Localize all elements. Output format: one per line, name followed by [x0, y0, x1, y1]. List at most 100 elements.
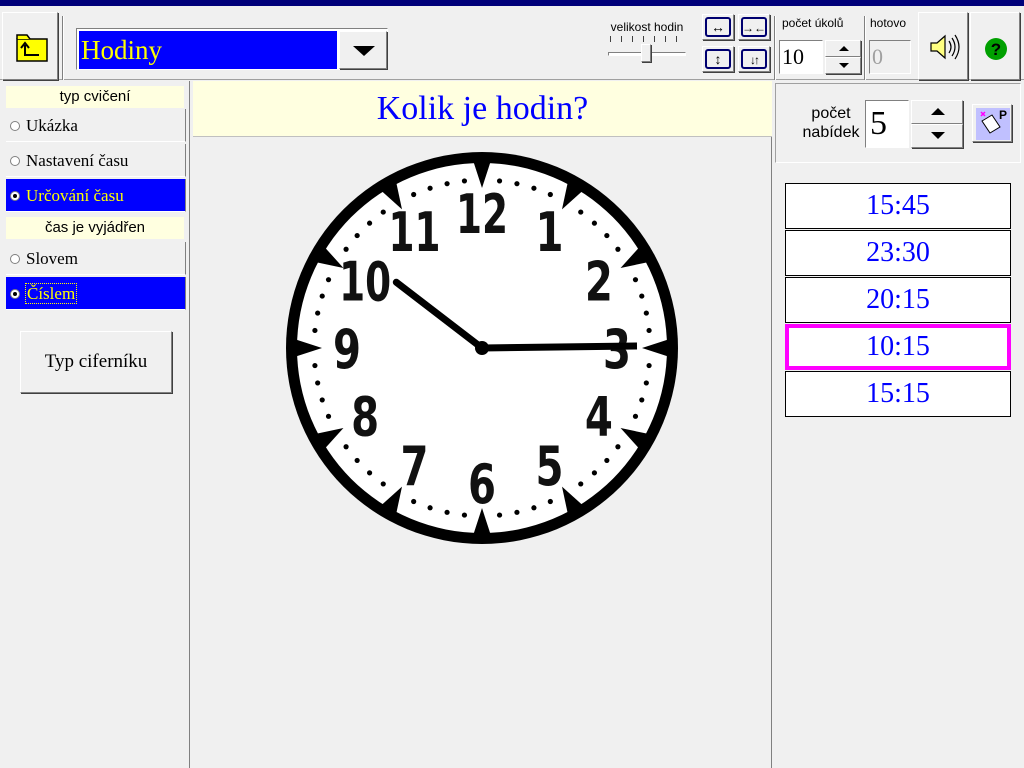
radio-label: Určování času: [26, 186, 124, 205]
radio-button-icon: [10, 156, 20, 166]
app-selector[interactable]: Hodiny: [76, 28, 388, 70]
answer-panel: počet nabídek 5 P 15:45 23:30 20:15 10:1…: [773, 81, 1024, 768]
answer-option[interactable]: 20:15: [785, 277, 1011, 323]
offers-label-line: počet: [811, 105, 851, 122]
minute-hand: [481, 342, 638, 352]
radio-urcovani-casu[interactable]: Určování času: [6, 179, 186, 212]
radio-button-selected-icon: [10, 191, 20, 201]
analog-clock: 121234567891011: [286, 152, 678, 544]
minute-dot: [411, 191, 417, 198]
minute-dot: [604, 232, 610, 239]
radio-nastaveni-casu[interactable]: Nastavení času: [6, 144, 186, 177]
offers-count-field[interactable]: 5: [865, 100, 909, 148]
clock-numeral: 11: [389, 201, 441, 264]
clock-size-label: velikost hodin: [610, 20, 684, 34]
offers-down-button[interactable]: [911, 124, 963, 148]
settings-panel: typ cvičení Ukázka Nastavení času Určová…: [0, 81, 190, 768]
minute-dot: [366, 220, 373, 226]
clock-numeral: 8: [351, 386, 379, 449]
radio-button-icon: [10, 121, 20, 131]
toolbar-separator: [864, 16, 866, 80]
minute-dot: [461, 512, 468, 518]
minute-dot: [496, 512, 503, 518]
exit-button[interactable]: [2, 12, 58, 80]
tasks-count-spinner: [825, 40, 861, 74]
answer-option-selected[interactable]: 10:15: [785, 324, 1011, 370]
svg-text:P: P: [999, 108, 1007, 122]
arrows-vertical-icon: ↕: [714, 51, 722, 67]
arrows-vertical-inward-icon: ↓↑: [750, 53, 760, 67]
radio-slovem[interactable]: Slovem: [6, 242, 186, 275]
minute-dot: [312, 362, 318, 369]
answer-option[interactable]: 15:45: [785, 183, 1011, 229]
app-title: Hodiny: [79, 31, 337, 69]
minute-dot: [427, 185, 433, 191]
radio-button-selected-icon: [10, 289, 20, 299]
done-count-field: 0: [869, 40, 911, 74]
minute-dot: [380, 209, 386, 215]
answer-option[interactable]: 23:30: [785, 230, 1011, 276]
minute-dot: [615, 444, 621, 450]
dropdown-button[interactable]: [339, 31, 387, 69]
dial-type-button[interactable]: Typ ciferníku: [20, 331, 172, 393]
chevron-down-icon: [353, 46, 375, 56]
minute-dot: [312, 327, 318, 334]
minute-dot: [343, 444, 349, 450]
clock-numeral: 7: [401, 435, 429, 498]
minute-dot: [325, 277, 332, 283]
minute-dot: [591, 470, 598, 476]
help-button[interactable]: ?: [970, 12, 1020, 80]
clock-size-group: velikost hodin: [598, 14, 696, 82]
arrow-up-icon: [931, 108, 945, 115]
clock-numeral: 10: [339, 251, 391, 314]
arrow-down-icon: [839, 63, 849, 68]
help-icon: ?: [985, 38, 1007, 60]
arrow-down-icon: [931, 132, 945, 139]
heighten-button[interactable]: ↕: [702, 46, 734, 72]
clock-numeral: 12: [456, 183, 508, 246]
slider-thumb[interactable]: [641, 44, 651, 62]
minute-dot: [547, 498, 553, 505]
answer-option[interactable]: 15:15: [785, 371, 1011, 417]
minute-dot: [639, 293, 645, 299]
narrow-button[interactable]: →←: [738, 14, 770, 40]
question-title: Kolik je hodin?: [193, 81, 772, 137]
widen-button[interactable]: ↔: [702, 14, 734, 40]
shorten-button[interactable]: ↓↑: [738, 46, 770, 72]
clock-numeral: 1: [536, 201, 564, 264]
done-count-label: hotovo: [870, 16, 907, 30]
exercise-area: Kolik je hodin? 121234567891011: [191, 81, 772, 768]
minute-dot: [604, 457, 610, 464]
minute-dot: [380, 481, 386, 487]
offers-up-button[interactable]: [911, 100, 963, 124]
svg-text:?: ?: [991, 40, 1001, 59]
arrows-inward-icon: →←: [742, 21, 766, 35]
arrows-horizontal-icon: ↔: [711, 19, 725, 35]
clock-numeral: 6: [468, 453, 496, 516]
minute-dot: [315, 380, 321, 386]
print-button[interactable]: P: [972, 104, 1012, 142]
minute-dot: [319, 293, 325, 299]
minute-dot: [531, 185, 537, 191]
minute-dot: [639, 397, 645, 403]
clock-center-pin: [475, 341, 489, 355]
minute-dot: [615, 246, 621, 252]
radio-label: Ukázka: [26, 116, 78, 135]
tasks-count-field[interactable]: 10: [779, 40, 823, 74]
minute-dot: [514, 509, 520, 515]
offers-count-spinner: [911, 100, 963, 148]
arrow-up-icon: [839, 46, 849, 51]
radio-ukazka[interactable]: Ukázka: [6, 109, 186, 142]
minute-dot: [444, 181, 450, 187]
tasks-down-button[interactable]: [825, 57, 861, 74]
sound-button[interactable]: [918, 12, 968, 80]
minute-dot: [646, 327, 652, 334]
toolbar-separator: [62, 16, 64, 80]
minute-dot: [547, 191, 553, 198]
clock-numeral: 5: [536, 435, 564, 498]
tasks-up-button[interactable]: [825, 40, 861, 57]
offers-count-label: počet nabídek: [798, 104, 864, 142]
radio-cislem[interactable]: Číslem: [6, 277, 186, 310]
tasks-count-label: počet úkolů: [782, 16, 844, 30]
minute-dot: [578, 481, 584, 487]
